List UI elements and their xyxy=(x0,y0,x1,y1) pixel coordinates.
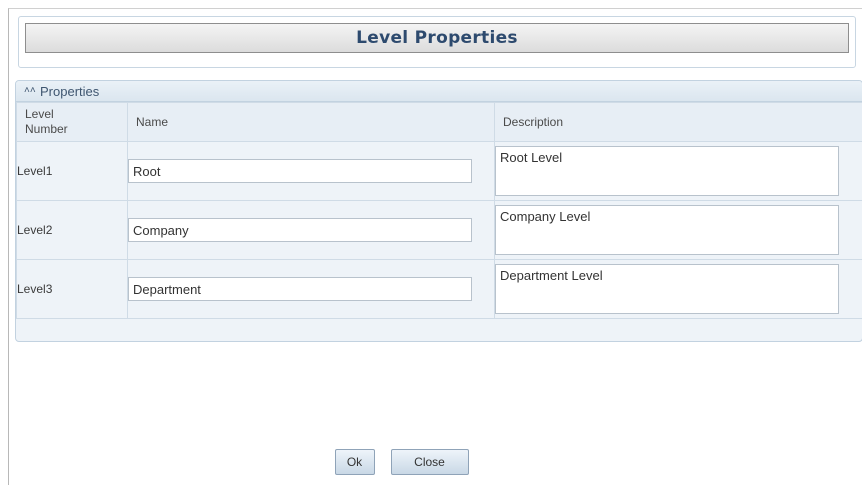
column-header-name: Name xyxy=(127,102,495,142)
name-cell xyxy=(127,200,495,260)
column-header-description: Description xyxy=(494,102,862,142)
level1-description-input[interactable]: Root Level xyxy=(495,146,839,196)
collapse-up-icon[interactable]: ˄˄ xyxy=(24,86,36,96)
level3-name-input[interactable] xyxy=(128,277,472,301)
level-number-header-label: Level Number xyxy=(25,107,68,136)
table-header-row: Level Number Name Description xyxy=(16,102,862,142)
level-number-cell: Level1 xyxy=(16,141,128,201)
column-header-level-number: Level Number xyxy=(16,102,128,142)
properties-panel-header[interactable]: ˄˄ Properties xyxy=(16,81,862,102)
level-properties-dialog: Level Properties ˄˄ Properties Level Num… xyxy=(8,8,862,485)
title-bar: Level Properties xyxy=(25,23,849,53)
dialog-button-bar: Ok Close xyxy=(9,449,862,475)
level-properties-table: Level Number Name Description Level1 Roo… xyxy=(16,102,862,319)
level1-name-input[interactable] xyxy=(128,159,472,183)
level2-description-input[interactable]: Company Level xyxy=(495,205,839,255)
description-header-label: Description xyxy=(503,115,564,129)
properties-panel-title: Properties xyxy=(40,83,100,99)
table-row: Level2 Company Level xyxy=(16,200,862,260)
level3-description-input[interactable]: Department Level xyxy=(495,264,839,314)
close-button[interactable]: Close xyxy=(390,449,469,475)
dialog-title: Level Properties xyxy=(356,28,518,48)
level-number-label: Level1 xyxy=(17,164,53,178)
name-cell xyxy=(127,141,495,201)
level2-name-input[interactable] xyxy=(128,218,472,242)
level-number-cell: Level3 xyxy=(16,259,128,319)
ok-button[interactable]: Ok xyxy=(334,449,375,475)
level-number-label: Level3 xyxy=(17,282,53,296)
description-cell: Root Level xyxy=(494,141,862,201)
name-header-label: Name xyxy=(136,115,169,129)
table-row: Level3 Department Level xyxy=(16,259,862,319)
name-cell xyxy=(127,259,495,319)
table-row: Level1 Root Level xyxy=(16,141,862,201)
level-number-cell: Level2 xyxy=(16,200,128,260)
title-frame: Level Properties xyxy=(18,16,856,68)
description-cell: Company Level xyxy=(494,200,862,260)
level-number-label: Level2 xyxy=(17,223,53,237)
description-cell: Department Level xyxy=(494,259,862,319)
properties-panel: ˄˄ Properties Level Number Name Descript… xyxy=(15,80,862,342)
